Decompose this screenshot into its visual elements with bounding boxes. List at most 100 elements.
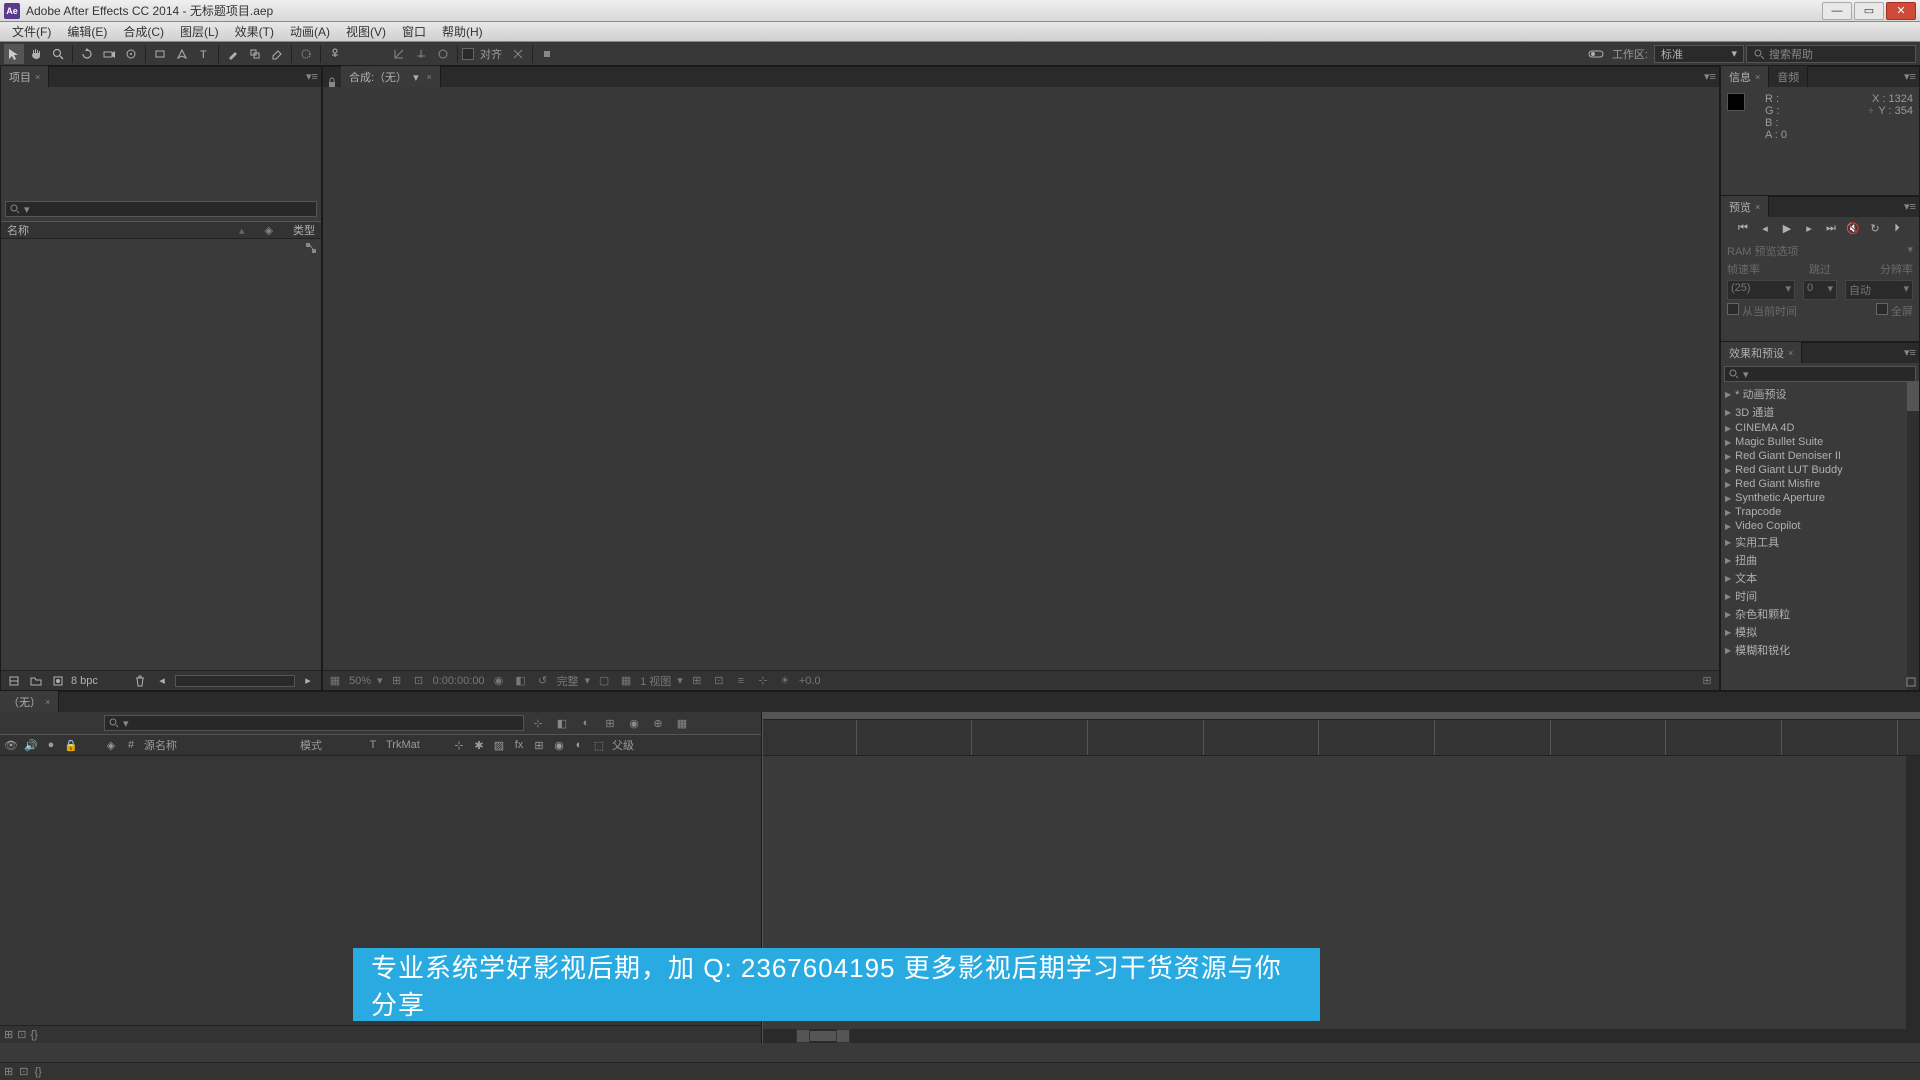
effects-category[interactable]: ▶扭曲 <box>1721 551 1919 569</box>
project-search-input[interactable]: ▾ <box>5 201 317 217</box>
framerate-dropdown[interactable]: (25)▾ <box>1727 280 1795 300</box>
effect-switch-icon[interactable]: fx <box>512 738 526 752</box>
composition-viewer[interactable] <box>323 87 1719 670</box>
rectangle-tool[interactable] <box>150 44 170 64</box>
timeline-search-input[interactable]: ▾ <box>104 715 524 731</box>
effects-category[interactable]: ▶CINEMA 4D <box>1721 421 1919 435</box>
exposure-reset-icon[interactable]: ☀ <box>777 674 793 687</box>
menu-help[interactable]: 帮助(H) <box>434 21 491 42</box>
menu-view[interactable]: 视图(V) <box>338 21 394 42</box>
snap-edge-icon[interactable] <box>537 44 557 64</box>
timecode[interactable]: 0:00:00:00 <box>433 675 485 687</box>
effects-category[interactable]: ▶时间 <box>1721 587 1919 605</box>
panel-menu-icon[interactable]: ▾≡ <box>1903 69 1917 83</box>
lock-icon[interactable] <box>323 77 341 87</box>
view-axis-icon[interactable] <box>433 44 453 64</box>
ram-preview-icon[interactable]: ⏵ <box>1889 222 1905 235</box>
effects-category[interactable]: ▶Red Giant LUT Buddy <box>1721 463 1919 477</box>
column-source-name[interactable]: 源名称 <box>144 737 294 753</box>
pan-behind-tool[interactable] <box>121 44 141 64</box>
flowchart-icon[interactable] <box>305 242 319 254</box>
transparency-grid-icon[interactable]: ▦ <box>618 674 634 687</box>
resolution-dropdown[interactable]: 自动▾ <box>1845 280 1913 300</box>
effects-category[interactable]: ▶Trapcode <box>1721 505 1919 519</box>
comp-mini-flowchart-icon[interactable]: ⊹ <box>528 714 548 732</box>
reset-exposure-icon[interactable]: ↺ <box>535 674 551 687</box>
menu-file[interactable]: 文件(F) <box>4 21 59 42</box>
roto-brush-tool[interactable] <box>296 44 316 64</box>
next-frame-icon[interactable]: ▸ <box>1801 222 1817 235</box>
panel-menu-icon[interactable]: ▾≡ <box>1703 69 1717 83</box>
minimize-button[interactable]: — <box>1822 2 1852 20</box>
column-trkmat[interactable]: TrkMat <box>386 739 446 751</box>
new-comp-icon[interactable] <box>49 673 67 689</box>
exposure-value[interactable]: +0.0 <box>799 675 821 687</box>
snapshot-icon[interactable]: ◉ <box>491 674 507 687</box>
text-tool[interactable]: T <box>194 44 214 64</box>
preview-tab[interactable]: 预览× <box>1721 196 1769 217</box>
zoom-handle-right[interactable] <box>836 1029 850 1043</box>
toggle-inout-icon[interactable]: {} <box>30 1029 37 1041</box>
effects-category[interactable]: ▶3D 通道 <box>1721 403 1919 421</box>
brainstorm-icon[interactable]: ⊕ <box>648 714 668 732</box>
show-channel-icon[interactable]: ◧ <box>513 674 529 687</box>
zoom-dropdown[interactable]: 50% <box>349 675 371 687</box>
video-toggle-icon[interactable]: 👁 <box>4 738 18 752</box>
last-frame-icon[interactable]: ⏭ <box>1823 222 1839 235</box>
menu-layer[interactable]: 图层(L) <box>172 21 227 42</box>
eraser-tool[interactable] <box>267 44 287 64</box>
pixel-aspect-icon[interactable]: ⊞ <box>689 674 705 687</box>
effects-tab[interactable]: 效果和预设× <box>1721 342 1802 363</box>
timeline-tab[interactable]: （无）× <box>0 691 59 712</box>
close-tab-icon[interactable]: × <box>35 72 40 82</box>
menu-edit[interactable]: 编辑(E) <box>59 21 115 42</box>
effects-category[interactable]: ▶模拟 <box>1721 623 1919 641</box>
audio-tab[interactable]: 音频 <box>1769 66 1808 87</box>
new-folder-icon[interactable] <box>27 673 45 689</box>
clone-tool[interactable] <box>245 44 265 64</box>
fast-preview-icon[interactable]: ⊡ <box>411 674 427 687</box>
resolution-icon[interactable]: ⊞ <box>389 674 405 687</box>
from-current-checkbox[interactable] <box>1727 303 1739 315</box>
panel-menu-icon[interactable]: ▾≡ <box>1903 199 1917 213</box>
view-layout-dropdown[interactable]: 1 视图 <box>640 673 671 689</box>
toggle-modes-icon[interactable]: ⊡ <box>17 1028 26 1041</box>
loop-icon[interactable]: ↻ <box>1867 222 1883 235</box>
3d-switch-icon[interactable]: ⬚ <box>592 738 606 752</box>
timeline-zoom-bar[interactable] <box>763 1029 1906 1043</box>
mute-icon[interactable]: 🔇 <box>1845 222 1861 235</box>
effects-category[interactable]: ▶杂色和颗粒 <box>1721 605 1919 623</box>
workspace-dropdown[interactable]: 标准▾ <box>1654 45 1744 63</box>
interpret-footage-icon[interactable] <box>5 673 23 689</box>
toggle-alpha-icon[interactable]: ⊞ <box>1699 674 1715 687</box>
frame-blend-icon[interactable]: ⊞ <box>600 714 620 732</box>
menu-animation[interactable]: 动画(A) <box>282 21 338 42</box>
sync-settings-icon[interactable] <box>1586 44 1606 64</box>
close-button[interactable]: ✕ <box>1886 2 1916 20</box>
snap-options-icon[interactable] <box>508 44 528 64</box>
roi-icon[interactable]: ▢ <box>596 674 612 687</box>
skip-dropdown[interactable]: 0▾ <box>1803 280 1837 300</box>
quality-switch-icon[interactable]: ▨ <box>492 738 506 752</box>
hand-tool[interactable] <box>26 44 46 64</box>
effects-category[interactable]: ▶* 动画预设 <box>1721 385 1919 403</box>
maximize-button[interactable]: ▭ <box>1854 2 1884 20</box>
toggle-switches-icon[interactable]: ⊞ <box>4 1065 13 1078</box>
effects-category[interactable]: ▶实用工具 <box>1721 533 1919 551</box>
pen-tool[interactable] <box>172 44 192 64</box>
local-axis-icon[interactable] <box>389 44 409 64</box>
column-name[interactable]: 名称 <box>7 222 29 238</box>
project-tab[interactable]: 项目× <box>1 66 49 87</box>
always-preview-icon[interactable]: ▦ <box>327 674 343 687</box>
help-search-input[interactable]: 搜索帮助 <box>1746 45 1916 63</box>
resolution-dropdown[interactable]: 完整 <box>557 673 579 689</box>
world-axis-icon[interactable] <box>411 44 431 64</box>
rotation-tool[interactable] <box>77 44 97 64</box>
bpc-label[interactable]: 8 bpc <box>71 675 98 687</box>
snapping-checkbox[interactable] <box>462 48 474 60</box>
motion-blur-icon[interactable]: ◉ <box>624 714 644 732</box>
selection-tool[interactable] <box>4 44 24 64</box>
tag-icon[interactable]: ◈ <box>265 224 273 237</box>
puppet-tool[interactable] <box>325 44 345 64</box>
graph-editor-icon[interactable]: ▦ <box>672 714 692 732</box>
